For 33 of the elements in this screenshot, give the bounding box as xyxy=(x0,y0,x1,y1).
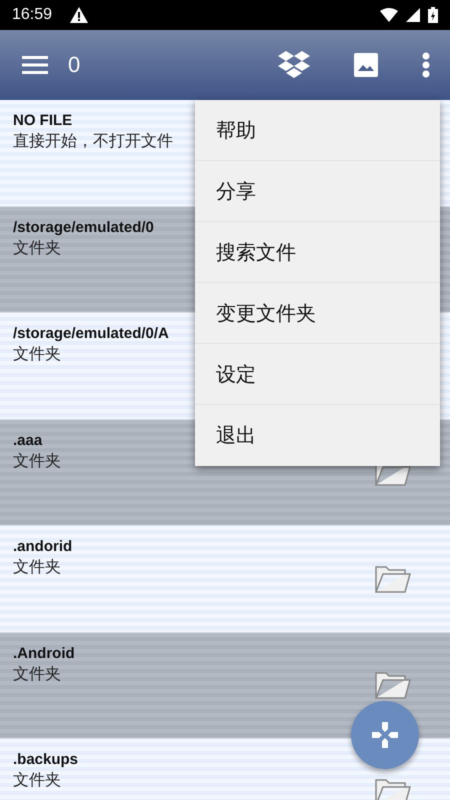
file-name: NO FILE xyxy=(13,112,74,129)
file-type: 文件夹 xyxy=(13,238,62,258)
battery-icon xyxy=(428,7,438,23)
dpad-icon xyxy=(372,722,398,748)
file-name: /storage/emulated/0 xyxy=(13,218,154,236)
file-type: 文件夹 xyxy=(13,557,62,578)
menu-item[interactable]: 帮助 xyxy=(195,100,440,161)
menu-icon xyxy=(22,55,48,75)
file-name: .andorid xyxy=(13,538,72,555)
file-type: 文件夹 xyxy=(13,450,61,472)
menu-item[interactable]: 分享 xyxy=(195,161,440,222)
boxes-icon xyxy=(278,51,310,79)
count-label: 0 xyxy=(68,52,80,78)
file-name: .Android xyxy=(13,644,75,662)
file-name: .aaa xyxy=(13,432,44,448)
menu-item[interactable]: 搜索文件 xyxy=(195,222,440,283)
file-type: 直接开始，不打开文件 xyxy=(13,131,173,152)
signal-icon xyxy=(406,8,420,22)
warning-icon xyxy=(70,7,88,23)
more-icon xyxy=(422,52,430,78)
file-type: 文件夹 xyxy=(13,664,62,684)
file-type: 文件夹 xyxy=(13,344,62,365)
file-row[interactable]: .andorid 文件夹 xyxy=(0,526,450,632)
image-icon xyxy=(354,53,378,77)
file-type: 文件夹 xyxy=(13,770,62,791)
file-row[interactable]: .Android 文件夹 xyxy=(0,632,450,739)
file-name: /storage/emulated/0/A xyxy=(13,325,169,342)
wifi-icon xyxy=(380,8,398,22)
file-name: .backups xyxy=(13,751,78,768)
clock: 16:59 xyxy=(12,6,52,24)
menu-item[interactable]: 设定 xyxy=(195,344,440,405)
menu-item[interactable]: 变更文件夹 xyxy=(195,283,440,344)
file-row[interactable]: .backups 文件夹 xyxy=(0,739,450,800)
